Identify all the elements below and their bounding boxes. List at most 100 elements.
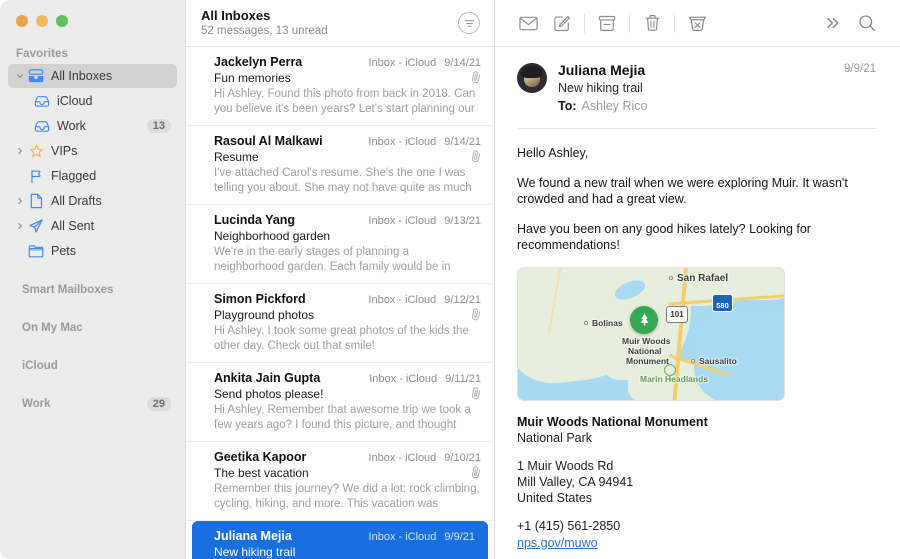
sidebar-item-label: VIPs [51, 144, 78, 158]
attachment-icon [470, 465, 483, 480]
filter-icon[interactable] [458, 12, 480, 34]
search-icon[interactable] [850, 9, 884, 37]
message-preview: I've attached Carol's resume. She's the … [214, 167, 472, 194]
map-label-marin-headlands: Marin Headlands [640, 373, 709, 384]
star-icon [26, 144, 46, 159]
body-paragraph: Have you been on any good hikes lately? … [517, 221, 811, 253]
sidebar-item-vips[interactable]: VIPs [8, 139, 177, 163]
table-row-selected[interactable]: Juliana Mejia Inbox - iCloud 9/9/21 New … [192, 521, 488, 559]
delete-icon[interactable] [635, 9, 669, 37]
window-controls [0, 0, 185, 38]
table-row[interactable]: Jackelyn Perra Inbox - iCloud 9/14/21 Fu… [186, 47, 494, 126]
sidebar-group-on-my-mac[interactable]: On My Mac [8, 317, 177, 339]
message-sender: Ankita Jain Gupta [214, 371, 321, 385]
park-pin-icon [630, 305, 658, 334]
inbox-icon [32, 120, 52, 133]
attachment-icon [470, 307, 483, 322]
message-date: 9/14/21 [444, 136, 481, 148]
disclosure-chevron-right-icon[interactable] [14, 197, 26, 205]
sidebar-item-pets[interactable]: Pets [8, 239, 177, 263]
sidebar-group-work[interactable]: Work 29 [8, 393, 177, 415]
sidebar-section-favorites: Favorites [16, 48, 69, 60]
table-row[interactable]: Ankita Jain Gupta Inbox - iCloud 9/11/21… [186, 363, 494, 442]
map-label-muir-woods-line1: Muir Woods [622, 335, 671, 346]
avatar [517, 63, 547, 93]
message-header-text: Juliana Mejia New hiking trail To: Ashley… [558, 61, 844, 115]
header-divider [517, 128, 876, 129]
message-date: 9/14/21 [444, 57, 481, 69]
message-subject-line: New hiking trail [558, 81, 643, 95]
sidebar-item-label: All Sent [51, 219, 95, 233]
message-list[interactable]: Jackelyn Perra Inbox - iCloud 9/14/21 Fu… [186, 47, 494, 559]
sidebar-item-work[interactable]: Work 13 [8, 114, 177, 138]
route-shield-101: 101 [666, 305, 688, 323]
message-preview: Hi Ashley, Found this photo from back in… [214, 88, 476, 115]
place-phone[interactable]: +1 (415) 561-2850 [517, 518, 876, 534]
map-label-bolinas: Bolinas [592, 317, 623, 328]
table-row[interactable]: Geetika Kapoor Inbox - iCloud 9/10/21 Th… [186, 442, 494, 521]
table-row[interactable]: Lucinda Yang Inbox - iCloud 9/13/21 Neig… [186, 205, 494, 284]
sidebar-group-icloud[interactable]: iCloud [8, 355, 177, 377]
table-row[interactable]: Simon Pickford Inbox - iCloud 9/12/21 Pl… [186, 284, 494, 363]
sidebar-item-icloud[interactable]: iCloud [8, 89, 177, 113]
more-toolbar-items-icon[interactable] [816, 9, 850, 37]
message-sender-name: Juliana Mejia [558, 62, 646, 78]
sidebar-item-all-inboxes[interactable]: All Inboxes [8, 64, 177, 88]
message-sender: Lucinda Yang [214, 213, 296, 227]
toolbar-divider [629, 13, 630, 33]
compose-icon[interactable] [545, 9, 579, 37]
table-row[interactable]: Rasoul Al Malkawi Inbox - iCloud 9/14/21… [186, 126, 494, 205]
sidebar-item-label: All Drafts [51, 194, 102, 208]
map-preview[interactable]: San Rafael Bolinas Sausalito Muir Woods … [517, 266, 785, 401]
to-value[interactable]: Ashley Rico [582, 99, 648, 113]
mark-unread-icon[interactable] [511, 9, 545, 37]
mailbox-subtitle: 52 messages, 13 unread [201, 25, 328, 37]
sidebar-group-label: iCloud [22, 360, 58, 372]
archive-icon[interactable] [590, 9, 624, 37]
avatar-hair [521, 66, 542, 78]
map-dot-san-rafael [669, 275, 673, 280]
address-line-1: 1 Muir Woods Rd [517, 458, 614, 473]
message-date: 9/9/21 [444, 531, 475, 543]
sidebar-item-all-drafts[interactable]: All Drafts [8, 189, 177, 213]
message-subject: Resume [214, 150, 259, 164]
mail-window: Favorites All Inboxes iCloud Work 13 VIP… [0, 0, 900, 559]
message-header: Juliana Mejia New hiking trail To: Ashley… [517, 61, 876, 115]
message-recipients: To: Ashley Rico [558, 98, 844, 115]
map-label-muir-woods-line2: National [628, 345, 662, 356]
disclosure-chevron-right-icon[interactable] [14, 147, 26, 155]
message-sender: Geetika Kapoor [214, 450, 307, 464]
paper-plane-icon [26, 218, 46, 234]
address-line-2: Mill Valley, CA 94941 [517, 474, 634, 489]
route-shield-580: 580 [712, 293, 733, 312]
message-sender: Rasoul Al Malkawi [214, 134, 323, 148]
folder-icon [26, 244, 46, 258]
toolbar-divider [674, 13, 675, 33]
message-mailbox: Inbox - iCloud [368, 215, 437, 227]
message-date: 9/12/21 [444, 294, 481, 306]
message-list-pane: All Inboxes 52 messages, 13 unread Jacke… [186, 0, 495, 559]
close-window-button[interactable] [16, 15, 28, 27]
message-subject: Send photos please! [214, 387, 324, 401]
message-subject: Neighborhood garden [214, 229, 331, 243]
sidebar-item-all-sent[interactable]: All Sent [8, 214, 177, 238]
message-mailbox: Inbox - iCloud [368, 57, 437, 69]
sidebar-item-label: Flagged [51, 169, 97, 183]
message-preview: Remember this journey? We did a lot: roc… [214, 483, 480, 510]
disclosure-chevron-down-icon[interactable] [14, 72, 26, 80]
reading-pane: Juliana Mejia New hiking trail To: Ashley… [495, 0, 900, 559]
sidebar-item-flagged[interactable]: Flagged [8, 164, 177, 188]
map-label-san-rafael: San Rafael [677, 272, 729, 284]
attachment-icon [470, 70, 483, 85]
message-header-date: 9/9/21 [844, 63, 876, 75]
sidebar-group-smart-mailboxes[interactable]: Smart Mailboxes [8, 279, 177, 301]
message-date: 9/10/21 [444, 452, 481, 464]
place-website-link[interactable]: nps.gov/muwo [517, 535, 598, 551]
disclosure-chevron-right-icon[interactable] [14, 222, 26, 230]
junk-icon[interactable] [680, 9, 714, 37]
minimize-window-button[interactable] [36, 15, 48, 27]
zoom-window-button[interactable] [56, 15, 68, 27]
sidebar: Favorites All Inboxes iCloud Work 13 VIP… [0, 0, 186, 559]
sidebar-item-label: Pets [51, 244, 77, 258]
message-sender: Simon Pickford [214, 292, 306, 306]
